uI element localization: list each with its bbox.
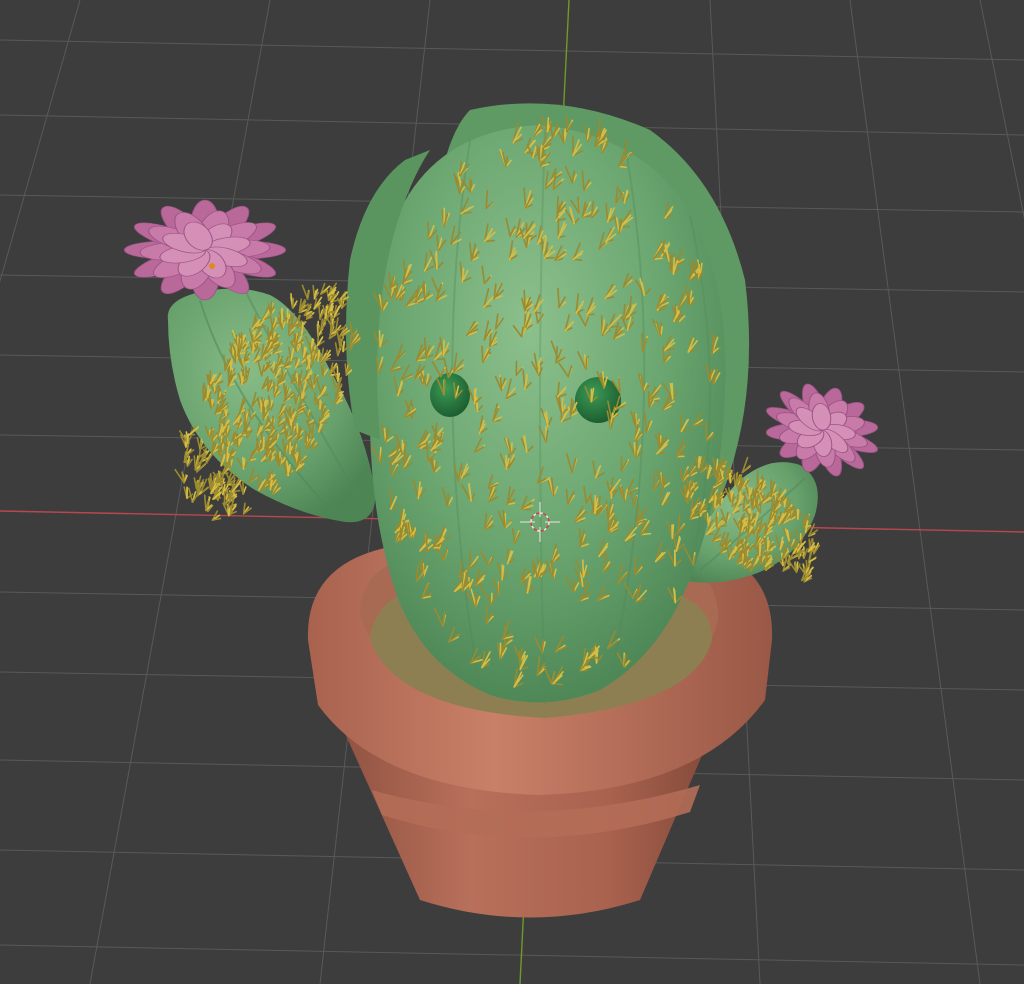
spine [289, 293, 298, 309]
viewport-canvas[interactable] [0, 0, 1024, 984]
grid-line [979, 0, 1024, 219]
3d-viewport[interactable] [0, 0, 1024, 984]
spine [174, 468, 188, 484]
cactus-body-main[interactable] [369, 125, 726, 703]
grid-line [0, 0, 81, 283]
spine [312, 284, 320, 300]
flower-center [209, 263, 215, 269]
grid-line [0, 944, 1024, 966]
grid-line [849, 0, 981, 984]
grid-line [0, 39, 1024, 61]
spine [301, 284, 310, 300]
spine [193, 455, 201, 471]
spine [333, 304, 342, 318]
spine [741, 456, 751, 474]
spine [242, 502, 252, 515]
spine [183, 486, 194, 499]
spine [211, 510, 222, 521]
left-flower[interactable] [123, 199, 287, 301]
eye-left[interactable] [430, 373, 470, 417]
